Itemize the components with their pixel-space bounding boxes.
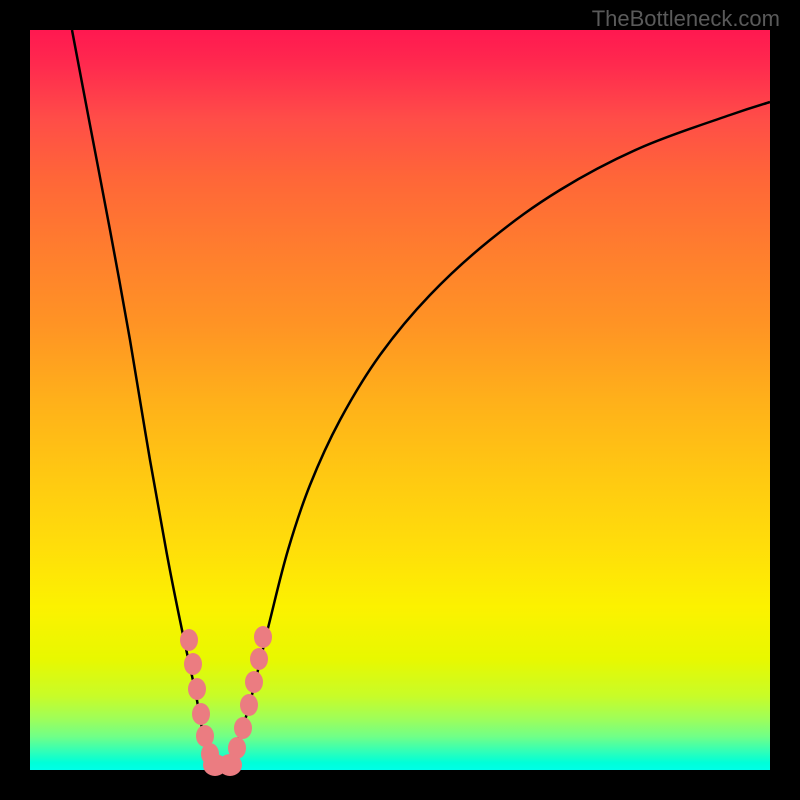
data-point-dot	[234, 717, 252, 739]
data-point-dot	[218, 754, 242, 776]
data-point-dot	[188, 678, 206, 700]
chart-plot-area	[30, 30, 770, 770]
watermark-text: TheBottleneck.com	[592, 6, 780, 32]
chart-curves	[30, 30, 770, 770]
data-point-dot	[245, 671, 263, 693]
data-point-dot	[250, 648, 268, 670]
data-point-dot	[192, 703, 210, 725]
curve-right	[220, 102, 770, 770]
data-point-dot	[184, 653, 202, 675]
data-point-dot	[254, 626, 272, 648]
data-point-dot	[180, 629, 198, 651]
data-point-dot	[240, 694, 258, 716]
